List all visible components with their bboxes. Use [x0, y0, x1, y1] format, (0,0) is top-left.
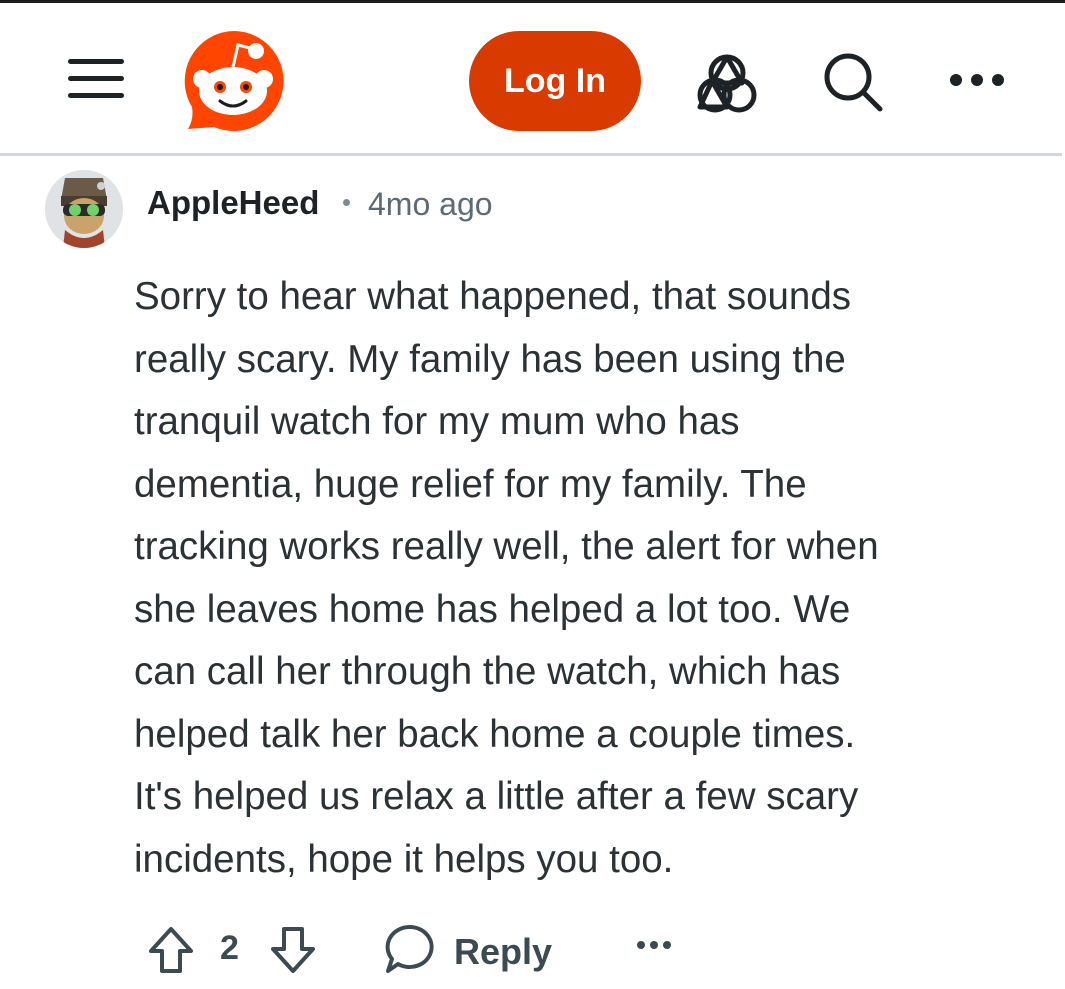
header-divider: [0, 153, 1062, 156]
separator-dot: [343, 199, 350, 206]
user-avatar[interactable]: [45, 170, 123, 248]
reddit-snoo-logo-icon[interactable]: [180, 25, 290, 135]
reply-button[interactable]: Reply: [384, 917, 564, 981]
comment-line: tracking works really well, the alert fo…: [134, 525, 879, 568]
comment-line: really scary. My family has been using t…: [134, 337, 846, 381]
login-button[interactable]: Log In: [469, 31, 641, 131]
comment-line: tranquil watch for my mum who has: [134, 400, 740, 443]
comment-timestamp: 4mo ago: [368, 186, 493, 222]
more-options-icon[interactable]: [946, 63, 1008, 97]
comment-body: Sorry to hear what happened, that sounds…: [134, 266, 1014, 891]
comment-line: helped talk her back home a couple times…: [134, 712, 856, 756]
downvote-arrow-icon[interactable]: [268, 925, 318, 975]
comment-line: she leaves home has helped a lot too. We: [134, 587, 851, 631]
comment-line: incidents, hope it helps you too.: [134, 837, 674, 881]
more-options-icon[interactable]: [634, 935, 674, 955]
hamburger-menu-icon[interactable]: [64, 55, 128, 105]
upvote-arrow-icon[interactable]: [146, 925, 196, 975]
comment-actions-bar: 2 Reply: [0, 905, 1065, 989]
advertise-icon[interactable]: [694, 51, 760, 113]
vote-count: 2: [220, 929, 239, 967]
speech-bubble-icon: [384, 923, 436, 975]
comment-line: It's helped us relax a little after a fe…: [134, 775, 859, 818]
search-icon[interactable]: [820, 49, 886, 115]
comment-line: can call her through the watch, which ha…: [134, 650, 841, 693]
comment-line: Sorry to hear what happened, that sounds: [134, 275, 852, 318]
reply-label: Reply: [454, 931, 553, 972]
comment-line: dementia, huge relief for my family. The: [134, 462, 807, 506]
top-nav-bar: Log In: [0, 3, 1065, 153]
comment-author[interactable]: AppleHeed: [147, 184, 319, 222]
